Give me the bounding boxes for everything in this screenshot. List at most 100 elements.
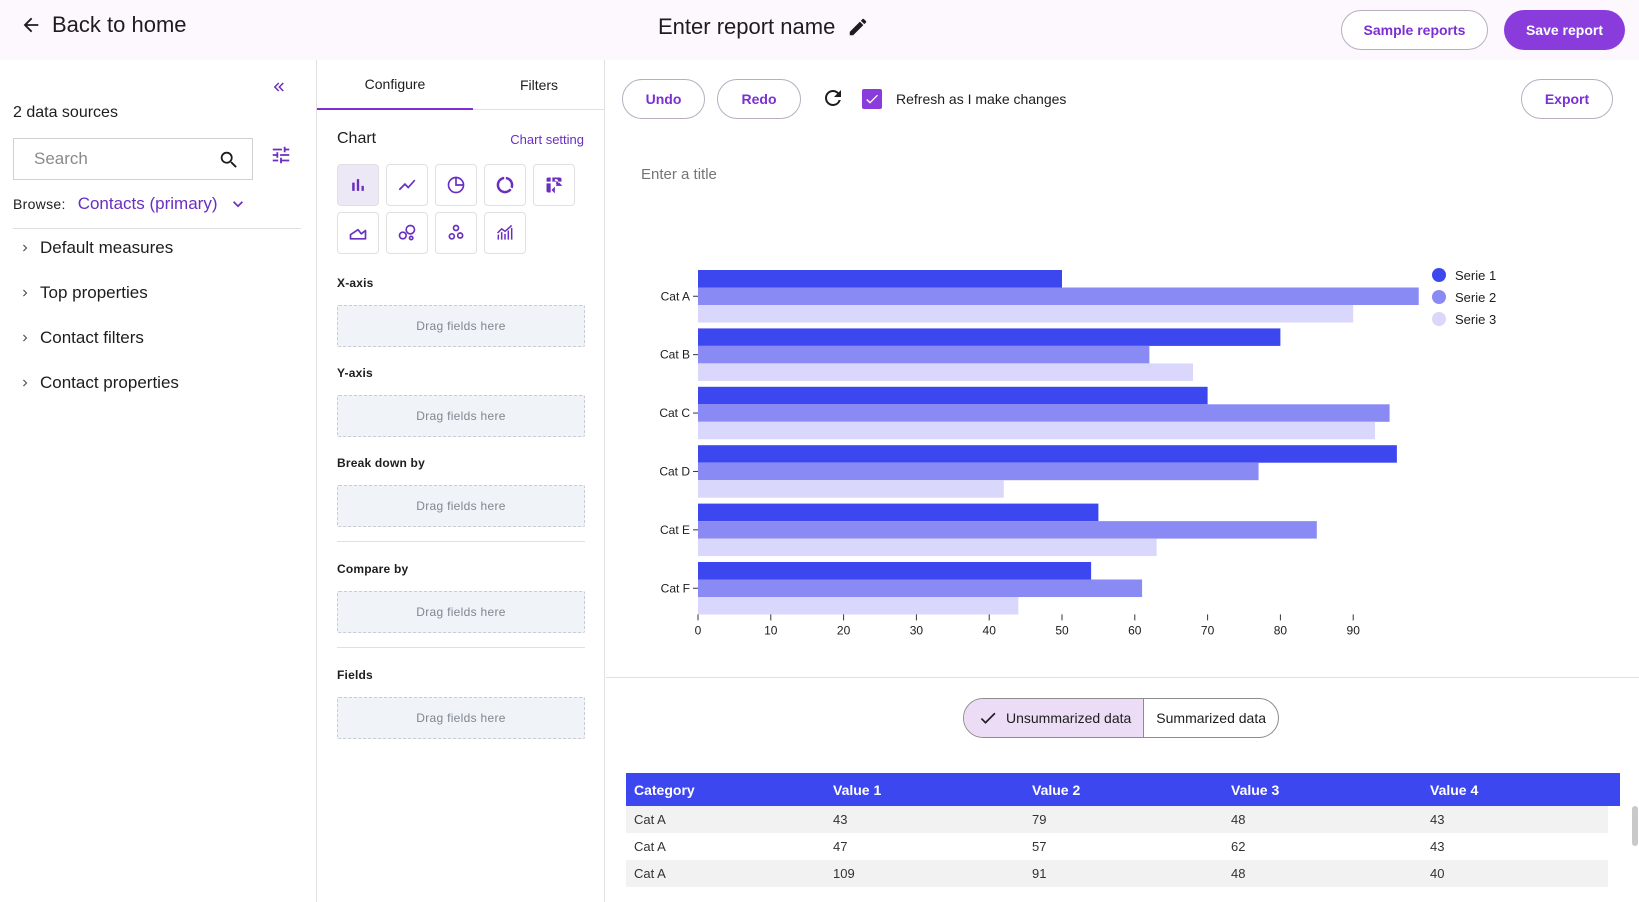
save-report-button[interactable]: Save report	[1504, 10, 1625, 50]
export-button[interactable]: Export	[1521, 79, 1613, 119]
divider	[337, 541, 585, 542]
bar	[698, 421, 1376, 440]
y-axis-drop-zone[interactable]: Drag fields here	[337, 395, 585, 437]
data-table: Category Value 1 Value 2 Value 3 Value 4…	[626, 773, 1638, 887]
table-cell: Cat A	[634, 839, 666, 854]
x-axis-drop-zone[interactable]: Drag fields here	[337, 305, 585, 347]
bar	[698, 345, 1150, 364]
bar	[698, 445, 1397, 463]
search-input[interactable]	[34, 149, 204, 169]
tree-item-contact-filters[interactable]: Contact filters	[18, 328, 144, 348]
x-tick-label: 50	[1055, 623, 1069, 637]
fields-drop-zone[interactable]: Drag fields here	[337, 697, 585, 739]
table-row: Cat A 43 79 48 43	[626, 806, 1608, 833]
back-to-home-link[interactable]: Back to home	[20, 12, 187, 38]
legend-swatch	[1432, 268, 1446, 282]
chevron-down-icon[interactable]	[228, 194, 248, 214]
chevron-right-icon	[23, 379, 28, 387]
area-chart-type-button[interactable]	[337, 212, 379, 254]
tab-filters[interactable]: Filters	[473, 60, 605, 110]
bar	[698, 503, 1099, 522]
table-cell: 43	[1430, 812, 1445, 827]
undo-button[interactable]: Undo	[622, 79, 705, 119]
data-view-toggle: Unsummarized data Summarized data	[963, 698, 1279, 738]
bubble-chart-type-button[interactable]	[386, 212, 428, 254]
bar	[698, 597, 1019, 615]
table-cell: 40	[1430, 866, 1445, 881]
legend-swatch	[1432, 312, 1446, 326]
legend-label: Serie 2	[1455, 290, 1496, 305]
table-cell: 48	[1231, 812, 1246, 827]
column-header[interactable]: Value 2	[1024, 782, 1223, 798]
pencil-icon[interactable]	[847, 16, 869, 38]
search-field[interactable]	[13, 138, 253, 180]
data-sources-count: 2 data sources	[13, 104, 118, 121]
line-chart-type-button[interactable]	[386, 164, 428, 206]
x-tick-label: 70	[1201, 623, 1215, 637]
fields-label: Fields	[337, 668, 373, 682]
table-scrollbar[interactable]	[1632, 806, 1638, 846]
chart-title-input[interactable]	[641, 166, 941, 183]
table-cell: Cat A	[634, 812, 666, 827]
sample-reports-button[interactable]: Sample reports	[1341, 10, 1488, 50]
column-header[interactable]: Category	[626, 782, 825, 798]
chevron-right-icon	[23, 289, 28, 297]
back-to-home-label: Back to home	[52, 12, 187, 37]
column-header[interactable]: Value 1	[825, 782, 1024, 798]
browse-value[interactable]: Contacts (primary)	[78, 194, 218, 214]
redo-button[interactable]: Redo	[717, 79, 801, 119]
refresh-label: Refresh as I make changes	[896, 91, 1067, 107]
column-header[interactable]: Value 4	[1422, 782, 1608, 798]
x-tick-label: 80	[1274, 623, 1288, 637]
tree-item-contact-properties[interactable]: Contact properties	[18, 373, 179, 393]
donut-chart-icon	[496, 176, 514, 194]
pie-chart-type-button[interactable]	[435, 164, 477, 206]
x-axis-label: X-axis	[337, 276, 374, 290]
unsummarized-data-option[interactable]: Unsummarized data	[964, 699, 1145, 737]
y-tick-label: Cat E	[660, 523, 690, 537]
y-tick-label: Cat B	[660, 348, 690, 362]
table-cell: 57	[1032, 839, 1047, 854]
tree-item-default-measures[interactable]: Default measures	[18, 238, 173, 258]
combo-chart-type-button[interactable]	[484, 212, 526, 254]
summarized-data-label: Summarized data	[1156, 710, 1266, 726]
break-down-by-drop-zone[interactable]: Drag fields here	[337, 485, 585, 527]
tune-icon[interactable]	[270, 144, 292, 166]
divider	[13, 228, 301, 229]
tab-configure[interactable]: Configure	[317, 60, 473, 110]
bar	[698, 579, 1143, 597]
bar	[698, 386, 1208, 405]
summarized-data-option[interactable]: Summarized data	[1144, 699, 1278, 737]
search-icon[interactable]	[218, 149, 240, 171]
tree-item-label: Contact properties	[40, 373, 179, 392]
column-header[interactable]: Value 3	[1223, 782, 1422, 798]
pivot-table-type-button[interactable]	[533, 164, 575, 206]
refresh-checkbox[interactable]	[862, 89, 882, 109]
bar-chart-icon	[352, 179, 364, 191]
x-tick-label: 30	[910, 623, 924, 637]
combo-chart-icon	[496, 224, 513, 240]
chart-setting-link[interactable]: Chart setting	[510, 132, 584, 147]
tree-item-label: Contact filters	[40, 328, 144, 347]
table-cell: 43	[833, 812, 848, 827]
table-cell: 62	[1231, 839, 1246, 854]
y-tick-label: Cat D	[659, 464, 690, 478]
browse-selector[interactable]: Browse: Contacts (primary)	[13, 194, 248, 214]
report-name[interactable]: Enter report name	[658, 14, 869, 40]
bar-chart-type-button[interactable]	[337, 164, 379, 206]
scatter-chart-type-button[interactable]	[435, 212, 477, 254]
pie-chart-icon	[447, 176, 465, 194]
pivot-table-icon	[546, 177, 563, 194]
compare-by-drop-zone[interactable]: Drag fields here	[337, 591, 585, 633]
bar	[698, 328, 1281, 346]
scatter-chart-icon	[448, 224, 464, 240]
donut-chart-type-button[interactable]	[484, 164, 526, 206]
bar	[698, 562, 1092, 580]
refresh-icon[interactable]	[821, 86, 845, 110]
x-tick-label: 60	[1128, 623, 1142, 637]
tree-item-top-properties[interactable]: Top properties	[18, 283, 148, 303]
table-header-row: Category Value 1 Value 2 Value 3 Value 4	[626, 773, 1620, 806]
chart-section-label: Chart	[337, 130, 377, 147]
double-chevron-left-icon[interactable]	[270, 78, 288, 96]
tree-item-label: Default measures	[40, 238, 174, 257]
